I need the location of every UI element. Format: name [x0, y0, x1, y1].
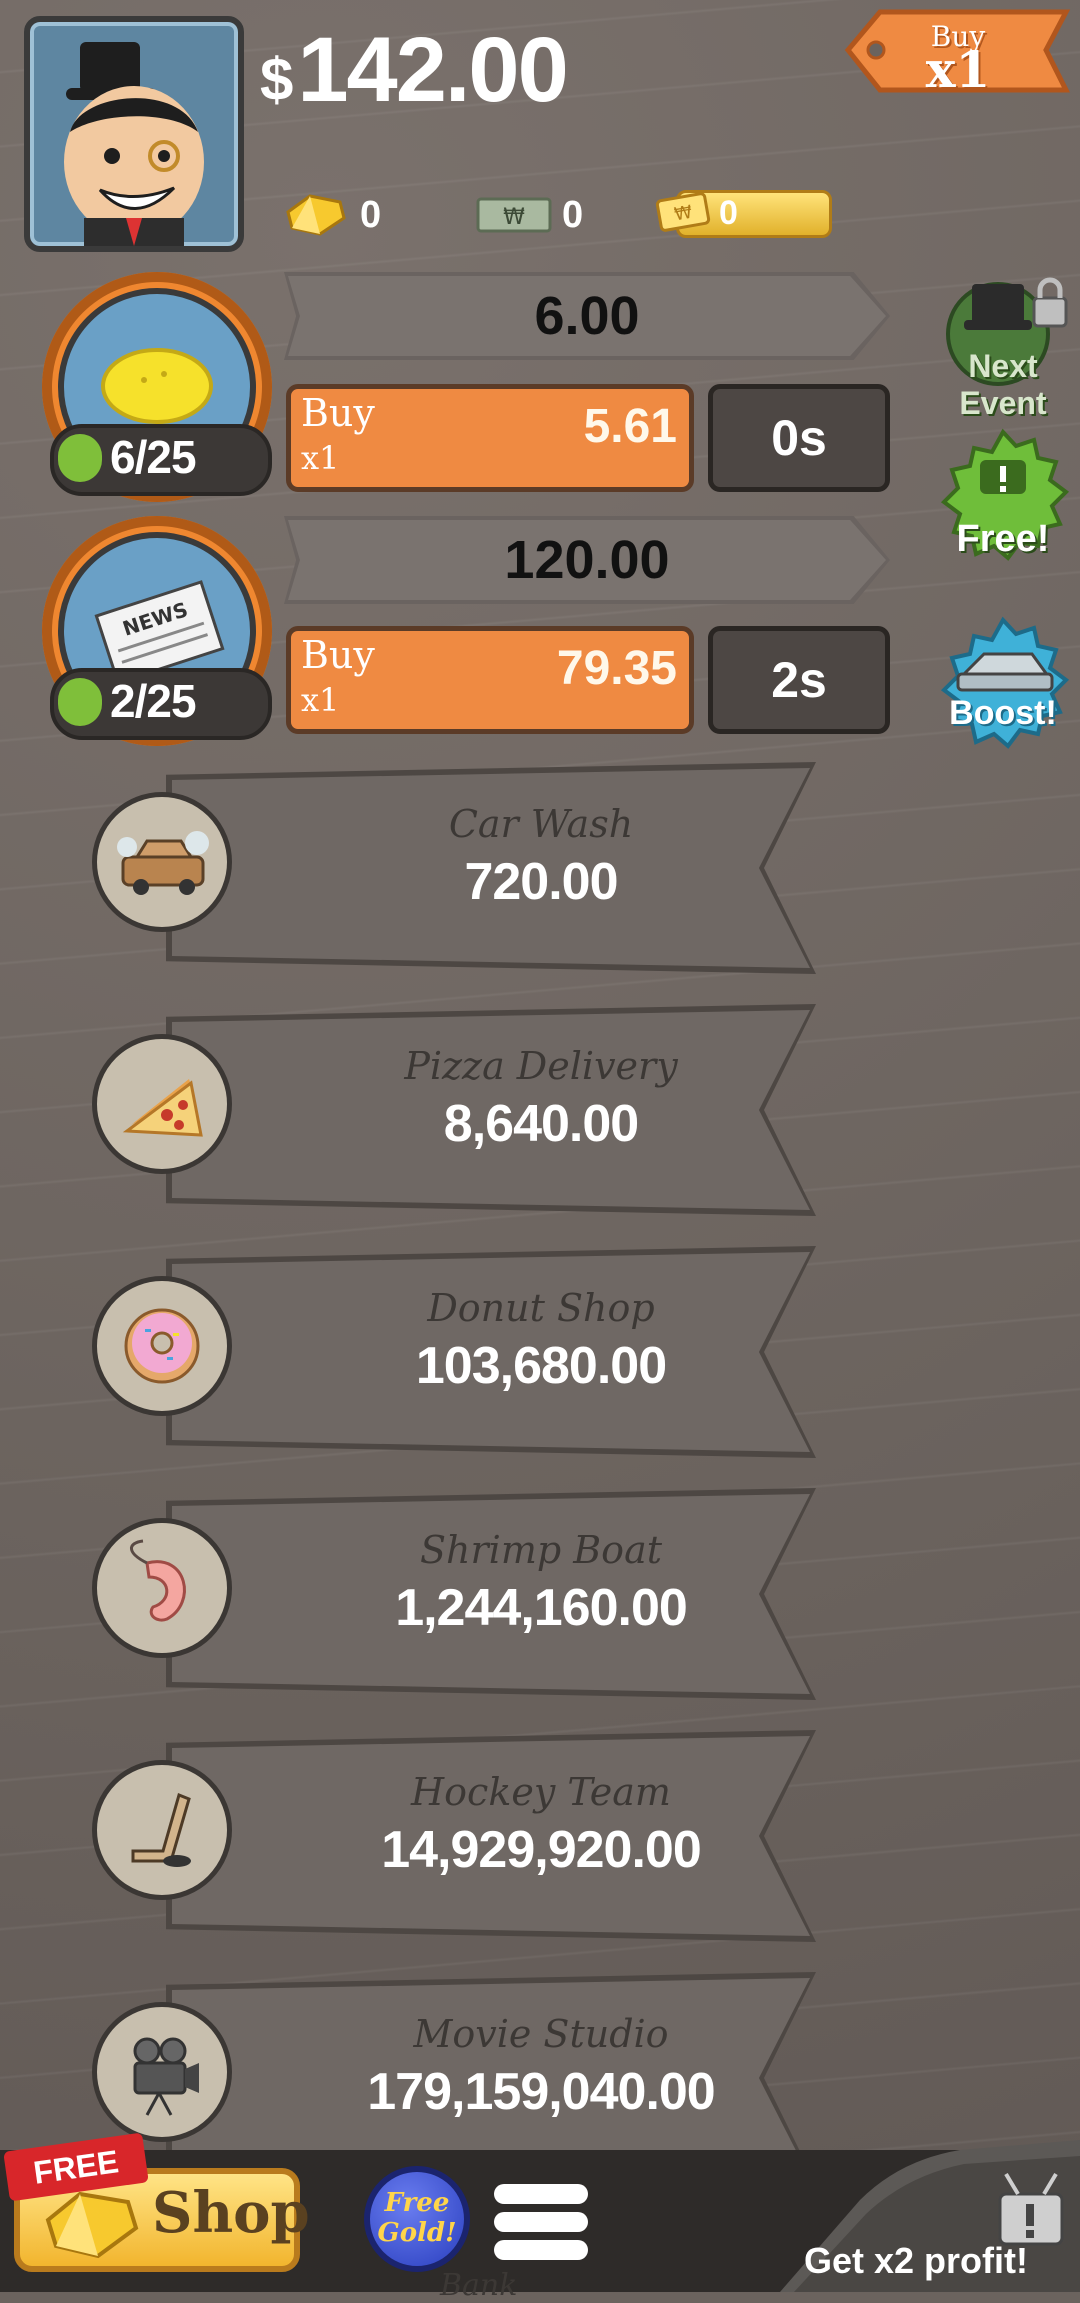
- menu-line: [494, 2184, 588, 2204]
- x2-profit-label: Get x2 profit!: [804, 2240, 1029, 2281]
- buy-label: Buy: [301, 633, 375, 677]
- revenue-value: 6.00: [534, 286, 640, 346]
- menu-line: [494, 2212, 588, 2232]
- gold-gem-icon: [45, 2191, 139, 2259]
- buy-lemonade-button[interactable]: Buy x1 5.61: [286, 384, 694, 492]
- business-newspaper-icon-button[interactable]: NEWS 2/25: [42, 516, 272, 746]
- locked-business-pizza[interactable]: Pizza Delivery 8,640.00: [86, 1004, 816, 1216]
- ticket-counter[interactable]: ₩ 0: [655, 190, 832, 238]
- locked-business-name[interactable]: Hockey Team: [86, 1770, 816, 1814]
- ticket-count: 0: [719, 194, 738, 232]
- buy-quantity: x1: [301, 681, 340, 719]
- buy-cost: 5.61: [583, 400, 677, 453]
- business-timer: 0s: [708, 384, 890, 492]
- business-timer: 2s: [708, 626, 890, 734]
- boost-label: Boost!: [949, 694, 1057, 732]
- business-progress: 2/25: [50, 668, 272, 740]
- progress-text: 6/25: [110, 431, 197, 483]
- buy-label: Buy: [301, 391, 375, 435]
- locked-business-name[interactable]: Shrimp Boat: [86, 1528, 816, 1572]
- locked-business-name[interactable]: Car Wash: [86, 802, 816, 846]
- x2-profit-button[interactable]: Get x2 profit!: [760, 2130, 1080, 2292]
- svg-text:₩: ₩: [503, 205, 525, 230]
- gold-icon: [286, 194, 346, 236]
- boost-car-badge-icon: [940, 616, 1070, 749]
- progress-text: 2/25: [110, 675, 197, 727]
- megabucks-icon: ₩: [476, 197, 552, 233]
- capitalist-avatar-icon: [64, 42, 204, 246]
- money-value: 142.00: [297, 19, 568, 121]
- menu-button[interactable]: [494, 2180, 588, 2264]
- buy-quantity: x1: [301, 439, 340, 477]
- free-label: Free!: [956, 518, 1050, 560]
- locked-business-hockey[interactable]: Hockey Team 14,929,920.00: [86, 1730, 816, 1942]
- buy-multiplier-value: x1: [925, 40, 991, 99]
- megabucks-counter: ₩ 0: [476, 190, 583, 240]
- locked-business-price[interactable]: 14,929,920.00: [86, 1820, 816, 1880]
- menu-line: [494, 2240, 588, 2260]
- next-business-peek-label: Bank: [440, 2268, 518, 2303]
- locked-business-price[interactable]: 103,680.00: [86, 1336, 816, 1396]
- progress-fill: [58, 434, 102, 482]
- free-gold-label: Free Gold!: [377, 2188, 457, 2248]
- gold-counter: 0: [280, 190, 381, 240]
- next-event-button[interactable]: Next Event: [928, 268, 1078, 421]
- locked-business-shrimp[interactable]: Shrimp Boat 1,244,160.00: [86, 1488, 816, 1700]
- buy-cost: 79.35: [556, 642, 677, 695]
- business-lemonade-icon-button[interactable]: 6/25: [42, 272, 272, 502]
- buy-newspaper-button[interactable]: Buy x1 79.35: [286, 626, 694, 734]
- avatar[interactable]: [24, 16, 244, 252]
- locked-business-price[interactable]: 179,159,040.00: [86, 2062, 816, 2122]
- locked-business-name[interactable]: Donut Shop: [86, 1286, 816, 1330]
- free-gold-button[interactable]: Free Gold!: [364, 2166, 470, 2272]
- ticket-icon: ₩: [655, 192, 711, 232]
- money-display: $142.00: [260, 10, 569, 130]
- boost-button[interactable]: Boost!: [928, 614, 1078, 764]
- business-revenue-bar[interactable]: 6.00: [284, 272, 890, 360]
- locked-business-name[interactable]: Movie Studio: [86, 2012, 816, 2056]
- locked-business-price[interactable]: 720.00: [86, 852, 816, 912]
- buy-multiplier-button[interactable]: Buy x1: [840, 6, 1076, 99]
- currency-symbol: $: [260, 46, 293, 113]
- progress-fill: [58, 678, 102, 726]
- gold-count: 0: [360, 193, 382, 236]
- business-revenue-bar[interactable]: 120.00: [284, 516, 890, 604]
- revenue-value: 120.00: [504, 530, 670, 590]
- free-button[interactable]: Free!: [928, 426, 1078, 576]
- locked-business-name[interactable]: Pizza Delivery: [86, 1044, 816, 1088]
- megabucks-count: 0: [562, 193, 584, 236]
- business-progress: 6/25: [50, 424, 272, 496]
- locked-business-car-wash[interactable]: Car Wash 720.00: [86, 762, 816, 974]
- next-event-label: Next Event: [959, 348, 1047, 421]
- locked-business-price[interactable]: 8,640.00: [86, 1094, 816, 1154]
- shop-label: Shop: [152, 2180, 310, 2246]
- locked-business-price[interactable]: 1,244,160.00: [86, 1578, 816, 1638]
- locked-business-donut[interactable]: Donut Shop 103,680.00: [86, 1246, 816, 1458]
